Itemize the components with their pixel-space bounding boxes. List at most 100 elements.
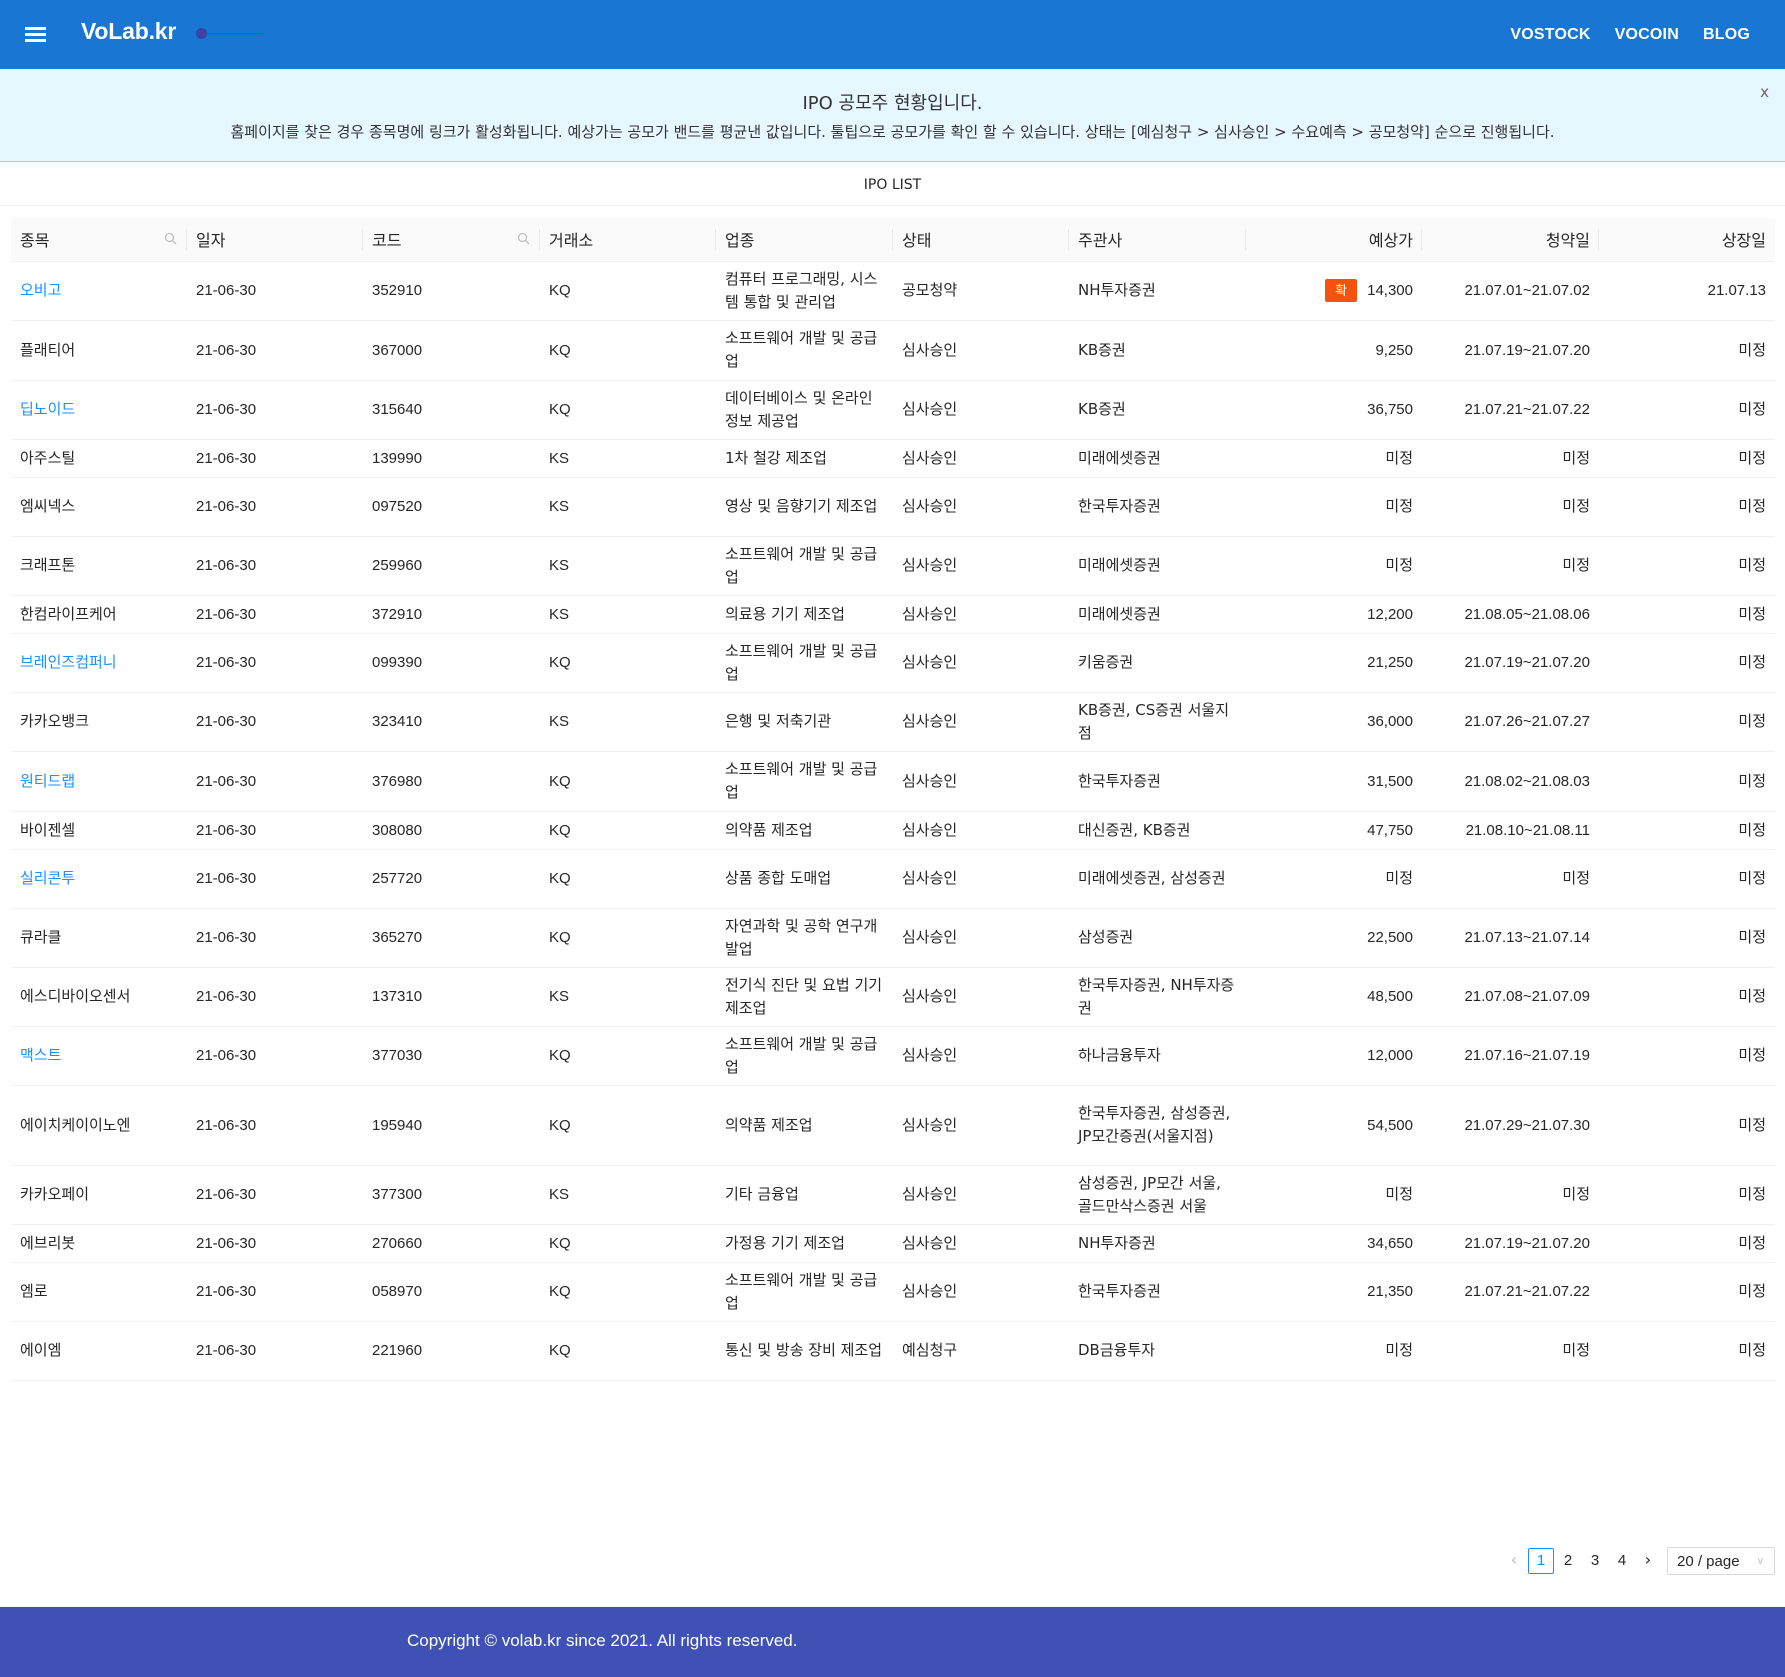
column-header-name[interactable]: 종목: [11, 218, 187, 262]
cell-name-text: 엠로: [20, 1282, 48, 1300]
cell-subscription: 21.08.02~21.08.03: [1422, 751, 1599, 812]
cell-sector-text: 은행 및 저축기관: [725, 712, 832, 730]
cell-subscription-text: 21.07.08~21.07.09: [1464, 988, 1590, 1005]
chevron-right-icon[interactable]: ›: [1635, 1548, 1661, 1574]
cell-market-text: KQ: [549, 870, 571, 887]
table-header-row: 종목 일자 코드 거래소 업종 상태 주관사 예상가 청약일 상장일: [11, 218, 1775, 262]
cell-price-text: 34,650: [1367, 1234, 1413, 1252]
close-icon[interactable]: x: [1760, 83, 1769, 101]
nav-blog[interactable]: BLOG: [1703, 26, 1750, 44]
cell-subscription: 21.07.21~21.07.22: [1422, 380, 1599, 440]
cell-name-text: 카카오페이: [20, 1185, 90, 1203]
page-size-select[interactable]: 20 / page ∨: [1667, 1547, 1775, 1575]
page-size-value: 20 / page: [1677, 1552, 1740, 1570]
cell-status-text: 심사승인: [902, 1282, 958, 1300]
column-header-code[interactable]: 코드: [363, 218, 540, 262]
cell-sector: 기타 금융업: [716, 1165, 893, 1225]
cell-code-text: 376980: [372, 772, 423, 790]
cell-name: 에브리봇: [11, 1224, 187, 1263]
cell-market-text: KQ: [549, 929, 571, 946]
company-link[interactable]: 딥노이드: [20, 400, 75, 418]
cell-listing: 미정: [1599, 908, 1775, 968]
cell-subscription: 미정: [1422, 1321, 1599, 1381]
cell-price: 36,000: [1246, 692, 1422, 752]
cell-sector-text: 의약품 제조업: [725, 1115, 813, 1134]
cell-subscription-text: 21.08.10~21.08.11: [1465, 821, 1590, 839]
company-link[interactable]: 원티드랩: [20, 772, 75, 790]
cell-subscription: 21.08.10~21.08.11: [1422, 811, 1599, 850]
cell-sector: 의료용 기기 제조업: [716, 595, 893, 634]
cell-code: 372910: [363, 595, 540, 634]
list-title: IPO LIST: [0, 164, 1785, 206]
brand-logo[interactable]: VoLab.kr: [81, 18, 176, 45]
column-header-subscription[interactable]: 청약일: [1422, 218, 1599, 262]
cell-subscription-text: 미정: [1562, 1186, 1590, 1203]
cell-name-text: 에브리봇: [20, 1233, 76, 1252]
cell-sector: 의약품 제조업: [716, 811, 893, 850]
cell-status-text: 심사승인: [902, 340, 958, 359]
cell-code-text: 270660: [372, 1234, 423, 1252]
company-link[interactable]: 실리콘투: [20, 869, 75, 887]
cell-underwriter-text: 한국투자증권: [1078, 1282, 1161, 1300]
cell-underwriter-text: 한국투자증권: [1078, 497, 1161, 515]
cell-name: 엠씨넥스: [11, 477, 187, 537]
cell-status: 심사승인: [893, 536, 1069, 596]
chevron-left-icon[interactable]: ‹: [1501, 1548, 1527, 1574]
page-2[interactable]: 2: [1555, 1548, 1581, 1574]
search-icon[interactable]: [164, 232, 177, 245]
cell-underwriter: NH투자증권: [1069, 1224, 1246, 1263]
cell-status-text: 심사승인: [902, 820, 958, 839]
page-4[interactable]: 4: [1609, 1548, 1635, 1574]
page-3[interactable]: 3: [1582, 1548, 1608, 1574]
cell-listing: 21.07.13: [1599, 261, 1775, 321]
cell-price-text: 미정: [1385, 557, 1413, 574]
cell-code: 097520: [363, 477, 540, 537]
company-link[interactable]: 맥스트: [20, 1046, 61, 1064]
cell-code: 257720: [363, 849, 540, 909]
cell-status: 심사승인: [893, 692, 1069, 752]
column-header-market[interactable]: 거래소: [540, 218, 716, 262]
nav-vocoin[interactable]: VOCOIN: [1615, 26, 1679, 44]
cell-sector: 영상 및 음향기기 제조업: [716, 477, 893, 537]
table-row: 딥노이드 21-06-30 315640 KQ 데이터베이스 및 온라인정보 제공업 심사…: [11, 380, 1775, 440]
column-header-date[interactable]: 일자: [187, 218, 363, 262]
confirmed-price-tag[interactable]: 확: [1325, 279, 1358, 303]
company-link[interactable]: 브레인즈컴퍼니: [20, 653, 117, 671]
company-link[interactable]: 오비고: [20, 281, 61, 299]
cell-name-text: 바이젠셀: [20, 820, 76, 839]
column-header-price[interactable]: 예상가: [1246, 218, 1422, 262]
nav-vostock[interactable]: VOSTOCK: [1510, 26, 1590, 44]
cell-market: KS: [540, 692, 716, 752]
cell-status: 심사승인: [893, 633, 1069, 693]
column-header-sector[interactable]: 업종: [716, 218, 893, 262]
cell-date-text: 21-06-30: [196, 605, 257, 623]
page-1[interactable]: 1: [1528, 1548, 1554, 1574]
brand-slider[interactable]: [196, 28, 264, 39]
table-row: 에이치케이이노엔 21-06-30 195940 KQ 의약품 제조업 심사승인 한국투자증…: [11, 1085, 1775, 1166]
cell-underwriter: 대신증권, KB증권: [1069, 811, 1246, 850]
cell-name: 카카오페이: [11, 1165, 187, 1225]
column-header-status[interactable]: 상태: [893, 218, 1069, 262]
cell-date: 21-06-30: [187, 692, 363, 752]
cell-date: 21-06-30: [187, 380, 363, 440]
cell-code-text: 315640: [372, 401, 423, 418]
cell-name: 한컴라이프케어: [11, 595, 187, 634]
cell-sector: 전기식 진단 및 요법 기기 제조업: [716, 967, 893, 1027]
cell-underwriter: 키움증권: [1069, 633, 1246, 693]
search-icon[interactable]: [517, 232, 530, 245]
cell-date: 21-06-30: [187, 261, 363, 321]
cell-price: 미정: [1246, 1321, 1422, 1381]
cell-subscription: 미정: [1422, 536, 1599, 596]
cell-code: 323410: [363, 692, 540, 752]
cell-market-text: KS: [549, 713, 570, 730]
cell-code: 259960: [363, 536, 540, 596]
footer: Copyright © volab.kr since 2021. All rig…: [0, 1607, 1785, 1677]
column-header-listing[interactable]: 상장일: [1599, 218, 1775, 262]
table-row: 브레인즈컴퍼니 21-06-30 099390 KQ 소프트웨어 개발 및 공급업 심사승…: [11, 633, 1775, 693]
cell-status-text: 심사승인: [902, 653, 958, 671]
cell-market-text: KQ: [549, 1234, 571, 1252]
column-header-underwriter[interactable]: 주관사: [1069, 218, 1246, 262]
menu-icon[interactable]: [24, 24, 48, 44]
slider-thumb[interactable]: [196, 28, 207, 39]
cell-subscription-text: 21.08.05~21.08.06: [1464, 605, 1590, 623]
